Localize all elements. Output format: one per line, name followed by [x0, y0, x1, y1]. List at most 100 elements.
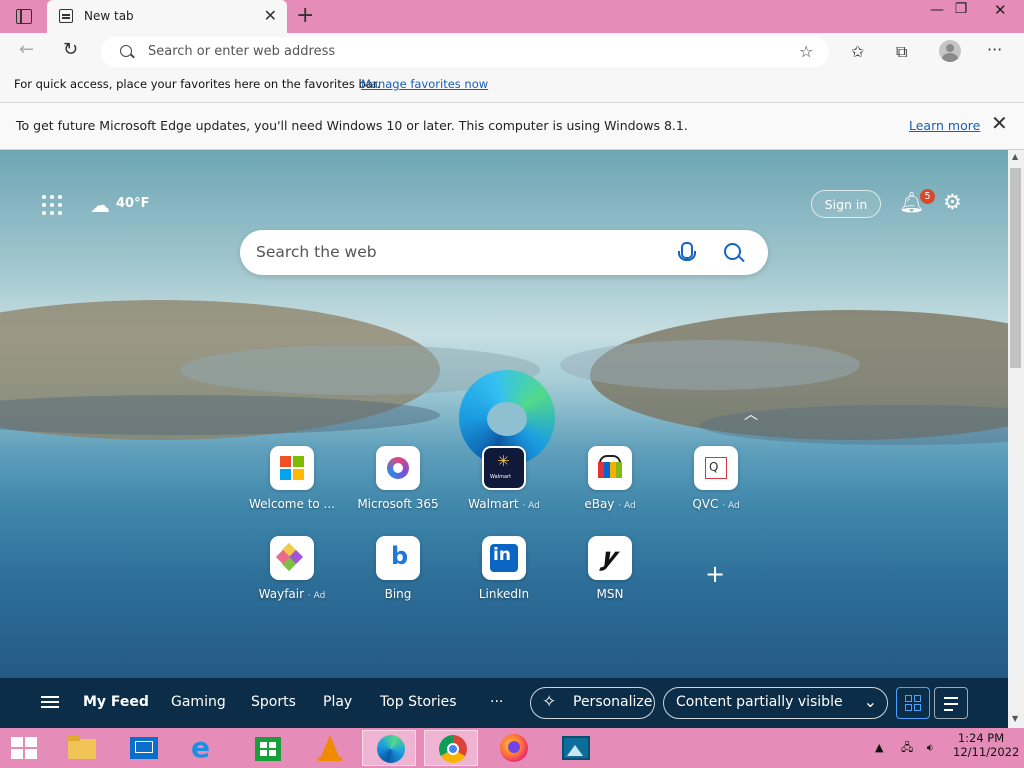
web-search-placeholder: Search the web [256, 243, 377, 261]
file-explorer-icon [66, 733, 96, 763]
quick-link-label: Microsoft 365 [357, 497, 439, 511]
vertical-tabs-icon[interactable] [16, 9, 32, 24]
address-bar[interactable]: Search or enter web address ☆ [101, 37, 829, 67]
quick-link-wayfair[interactable]: Wayfair · Ad [242, 536, 342, 601]
tab-new-tab[interactable]: New tab ✕ [47, 0, 287, 33]
dismiss-info-bar-button[interactable]: ✕ [991, 111, 1008, 135]
ad-badge: · Ad [522, 501, 540, 511]
refresh-button[interactable]: ↻ [63, 39, 78, 60]
taskbar-firefox[interactable] [486, 730, 540, 766]
microsoft-logo-icon [270, 446, 314, 490]
settings-gear-icon[interactable]: ⚙ [943, 190, 962, 214]
apps-launcher-icon[interactable] [42, 195, 62, 215]
quick-link-welcome[interactable]: Welcome to ... [242, 446, 342, 511]
taskbar: e ▲ 🖧 🔉︎ 1:24 PM 12/11/2022 [0, 728, 1024, 768]
personalize-button[interactable]: ✧ Personalize [530, 687, 655, 719]
sign-in-button[interactable]: Sign in [811, 190, 881, 218]
taskbar-chrome[interactable] [424, 730, 478, 766]
linkedin-icon: in [482, 536, 526, 580]
quick-link-bing[interactable]: b Bing [348, 536, 448, 601]
msn-butterfly-icon: 𝒚 [588, 536, 632, 580]
feed-tab-play[interactable]: Play [323, 694, 352, 710]
content-visibility-dropdown[interactable]: Content partially visible ⌄ [663, 687, 888, 719]
qvc-icon: Q [694, 446, 738, 490]
learn-more-link[interactable]: Learn more [909, 118, 980, 133]
quick-link-label: Walmart [468, 497, 519, 511]
web-search-box[interactable]: Search the web [240, 230, 768, 275]
quick-link-label: MSN [596, 587, 624, 601]
taskbar-mail[interactable] [116, 730, 170, 766]
taskbar-file-explorer[interactable] [53, 730, 107, 766]
feed-tab-gaming[interactable]: Gaming [171, 694, 226, 710]
search-icon[interactable] [724, 243, 741, 260]
feed-navigation-bar: My Feed Gaming Sports Play Top Stories ·… [0, 678, 1008, 728]
search-icon [120, 45, 132, 57]
bing-icon: b [376, 536, 420, 580]
clock-date: 12/11/2022 [953, 745, 1020, 759]
quick-link-msn[interactable]: 𝒚 MSN [560, 536, 660, 601]
wayfair-icon [270, 536, 314, 580]
back-button[interactable]: ← [19, 39, 34, 60]
show-hidden-icons-icon[interactable]: ▲ [875, 741, 883, 754]
favorites-icon[interactable]: ✩ [851, 42, 864, 61]
vlc-cone-icon [315, 733, 345, 763]
grid-layout-button[interactable] [896, 687, 930, 719]
personalize-star-icon: ✧ [542, 692, 557, 712]
quick-link-microsoft-365[interactable]: Microsoft 365 [348, 446, 448, 511]
tab-title: New tab [84, 9, 134, 23]
network-icon[interactable]: 🖧 [901, 741, 913, 754]
microsoft-365-icon [376, 446, 420, 490]
more-options-icon[interactable]: ··· [987, 40, 1002, 59]
taskbar-edge[interactable] [362, 730, 416, 766]
add-favorite-icon[interactable]: ☆ [799, 42, 813, 61]
list-layout-button[interactable] [934, 687, 968, 719]
feed-tab-top-stories[interactable]: Top Stories [380, 694, 457, 710]
feed-tab-sports[interactable]: Sports [251, 694, 296, 710]
quick-link-ebay[interactable]: eBay · Ad [560, 446, 660, 511]
volume-icon[interactable]: 🔉︎ [927, 741, 934, 754]
collapse-chevron-icon[interactable]: ︿ [744, 404, 758, 424]
edge-icon [376, 734, 406, 764]
windows-start-button[interactable] [11, 737, 39, 759]
notification-count-badge: 5 [920, 189, 935, 204]
favorites-bar-message: For quick access, place your favorites h… [14, 77, 381, 91]
scrollbar-thumb[interactable] [1010, 168, 1021, 368]
microphone-icon[interactable] [678, 242, 696, 261]
taskbar-photos[interactable] [548, 730, 602, 766]
title-bar: New tab ✕ + — ❐ ✕ [0, 0, 1024, 33]
clock[interactable]: 1:24 PM 12/11/2022 [953, 731, 1020, 759]
scroll-up-icon[interactable]: ▲ [1012, 152, 1018, 161]
more-feed-tabs-button[interactable]: ··· [490, 694, 503, 710]
taskbar-vlc[interactable] [302, 730, 356, 766]
new-tab-page-icon [59, 9, 73, 23]
taskbar-store[interactable] [240, 730, 294, 766]
new-tab-button[interactable]: + [296, 3, 314, 28]
scroll-down-icon[interactable]: ▼ [1012, 714, 1018, 723]
quick-link-qvc[interactable]: Q QVC · Ad [666, 446, 766, 511]
manage-favorites-link[interactable]: Manage favorites now [361, 77, 488, 91]
close-window-button[interactable]: ✕ [979, 0, 1024, 22]
ad-badge: · Ad [722, 501, 740, 511]
walmart-icon: ✳ Walmart [482, 446, 526, 490]
temperature[interactable]: 40°F [116, 196, 149, 211]
taskbar-internet-explorer[interactable]: e [178, 730, 232, 766]
quick-link-label: Wayfair [258, 587, 305, 601]
rain-cloud-icon[interactable]: ☁ [90, 193, 110, 217]
restore-button[interactable]: ❐ [946, 1, 976, 17]
profile-avatar[interactable] [939, 40, 961, 62]
menu-icon[interactable] [41, 696, 59, 698]
update-message: To get future Microsoft Edge updates, yo… [16, 118, 688, 133]
store-icon [253, 733, 283, 763]
ad-badge: · Ad [618, 501, 636, 511]
system-tray[interactable]: ▲ 🖧 🔉︎ [875, 739, 934, 758]
add-quick-link-button[interactable]: + [705, 560, 725, 588]
chrome-icon [438, 734, 468, 764]
quick-link-label: LinkedIn [478, 587, 530, 601]
quick-link-walmart[interactable]: ✳ Walmart Walmart · Ad [454, 446, 554, 511]
walmart-logo-text: Walmart [490, 474, 512, 480]
collections-icon[interactable]: ⧉ [896, 42, 907, 62]
quick-link-linkedin[interactable]: in LinkedIn [454, 536, 554, 601]
close-icon: ✕ [994, 1, 1007, 19]
close-tab-icon[interactable]: ✕ [264, 6, 277, 25]
feed-tab-my-feed[interactable]: My Feed [83, 694, 149, 710]
